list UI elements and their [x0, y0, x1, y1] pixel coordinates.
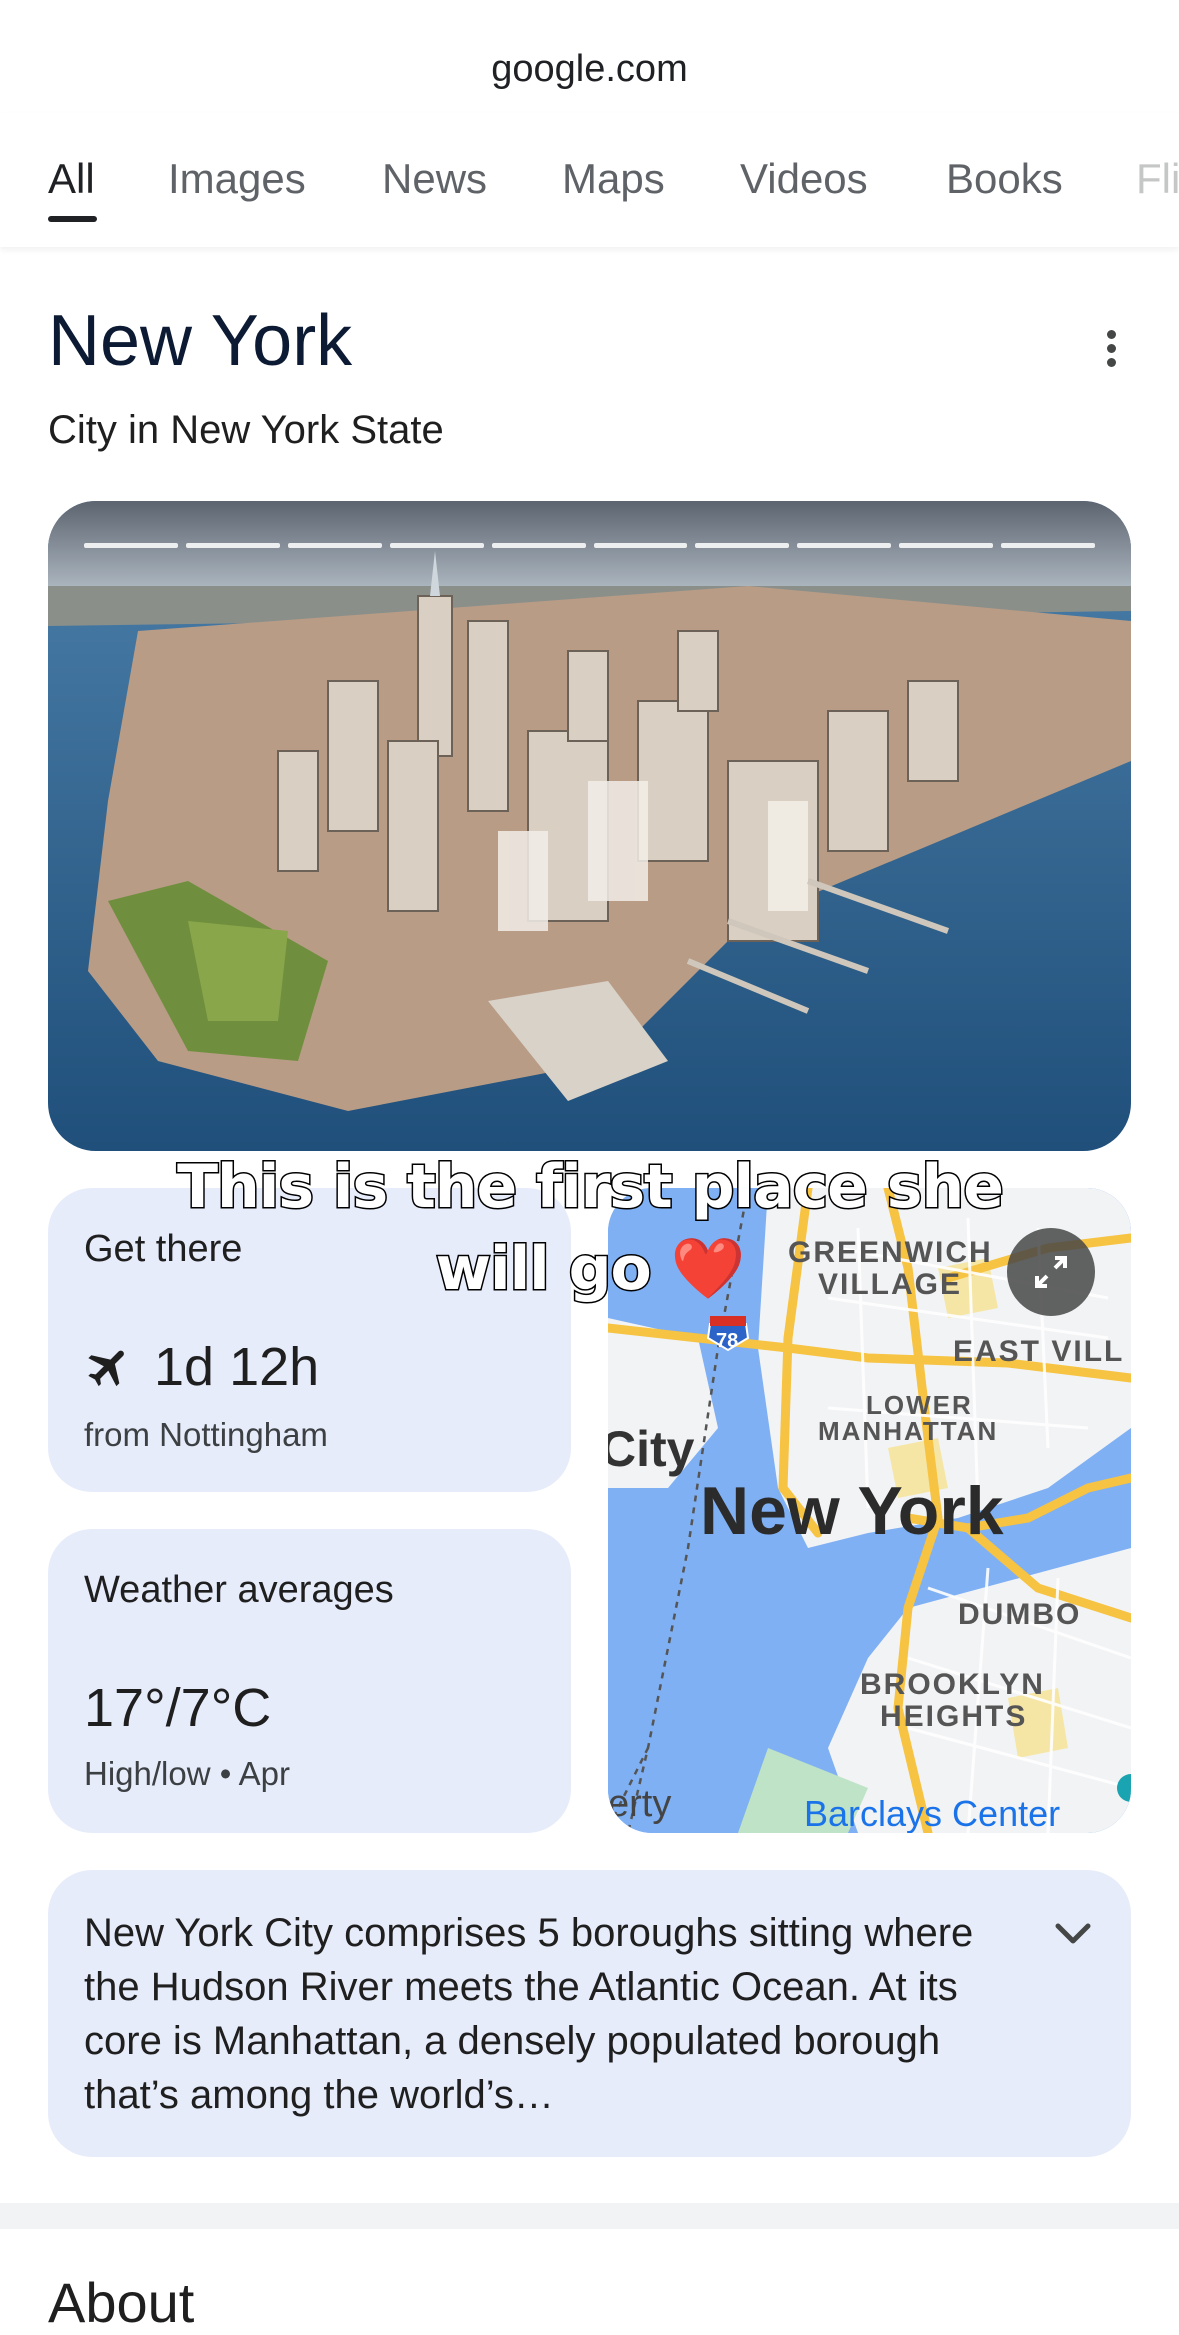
manhattan-aerial-photo [48, 501, 1131, 1151]
tab-flights[interactable]: Fli [1136, 155, 1179, 203]
description-card[interactable]: New York City comprises 5 boroughs sitti… [48, 1870, 1131, 2157]
story-progress-bar [84, 543, 1096, 548]
search-tabs: All Images News Maps Videos Books Fli [0, 113, 1179, 247]
weather-card[interactable]: Weather averages 17°/7°C High/low • Apr [48, 1529, 571, 1833]
map-label-brooklyn: BROOKLYN [860, 1668, 1045, 1701]
city-hero-image[interactable] [48, 501, 1131, 1151]
browser-url-bar[interactable]: google.com [0, 0, 1179, 115]
more-options-icon[interactable] [1096, 324, 1126, 374]
map-label-heights: HEIGHTS [880, 1700, 1028, 1733]
map-label-barclays: Barclays Center [804, 1793, 1061, 1833]
map-label-liberty: erty [608, 1783, 672, 1825]
chevron-down-icon[interactable] [1048, 1914, 1098, 1954]
description-text: New York City comprises 5 boroughs sitti… [84, 1911, 974, 2117]
entity-title: New York [48, 301, 353, 381]
airplane-icon [88, 1350, 124, 1387]
weather-detail: High/low • Apr [84, 1755, 290, 1792]
url-text[interactable]: google.com [0, 48, 1179, 91]
tab-books[interactable]: Books [946, 155, 1063, 203]
travel-origin: from Nottingham [84, 1416, 328, 1453]
caption-line-1: This is the first place she [176, 1151, 1006, 1224]
map-label-new-york: New York [700, 1473, 1004, 1549]
tab-images[interactable]: Images [168, 155, 306, 203]
weather-label: Weather averages [84, 1569, 394, 1611]
tab-all[interactable]: All [48, 155, 95, 203]
section-divider [0, 2203, 1179, 2229]
entity-subtitle: City in New York State [48, 408, 444, 452]
caption-line-2-text: will go [434, 1233, 653, 1306]
map-label-east-village: EAST VILL [953, 1335, 1125, 1368]
active-tab-indicator [48, 216, 97, 222]
tab-maps[interactable]: Maps [562, 155, 665, 203]
heart-emoji: ❤️ [670, 1234, 746, 1304]
route-78-label: 78 [716, 1330, 739, 1352]
about-heading: About [48, 2271, 195, 2334]
weather-temps: 17°/7°C [84, 1678, 272, 1738]
caption-line-2: will go ❤️ [150, 1233, 1030, 1306]
map-label-dumbo: DUMBO [958, 1598, 1082, 1631]
map-label-city: City [608, 1421, 695, 1477]
tab-news[interactable]: News [382, 155, 487, 203]
map-label-manhattan: MANHATTAN [818, 1416, 999, 1446]
travel-time: 1d 12h [154, 1337, 320, 1397]
tab-videos[interactable]: Videos [740, 155, 868, 203]
